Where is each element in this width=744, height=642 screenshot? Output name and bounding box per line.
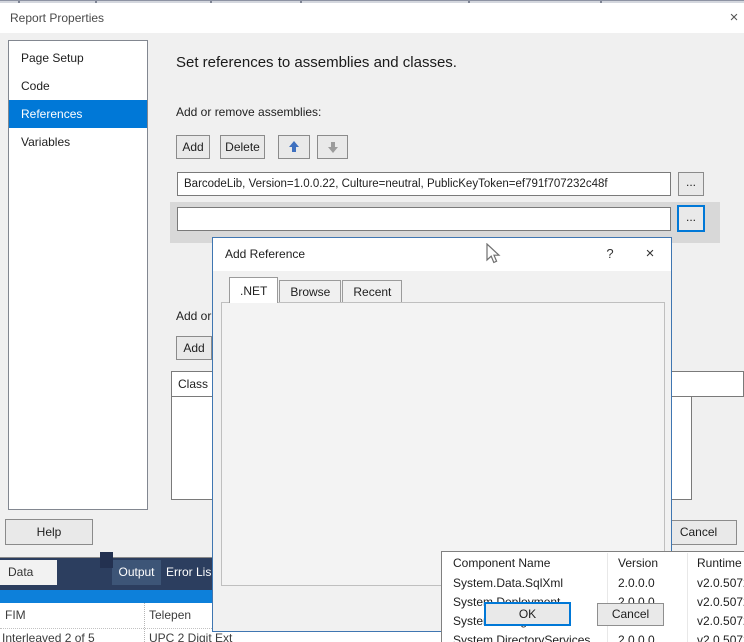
sidebar-item[interactable]: References [9,100,147,128]
screen: Data Output Error Lis FIM Telepen Interl… [0,0,744,642]
sidebar-item[interactable]: Variables [9,128,147,156]
add-reference-tab[interactable]: Recent [342,280,402,303]
panel-tab-notch [100,552,113,568]
assembly-field-1[interactable]: BarcodeLib, Version=1.0.0.22, Culture=ne… [177,172,671,196]
version-cell: 2.0.0.0 [618,576,684,590]
assemblies-label: Add or remove assemblies: [176,105,321,119]
add-reference-tabs: .NETBrowseRecent [229,277,403,303]
component-name-cell: System.DirectoryServices [453,633,605,642]
report-properties-nav: Page SetupCodeReferencesVariables [8,40,148,510]
runtime-cell: v2.0.50727 [697,633,744,642]
add-assembly-button[interactable]: Add [176,135,210,159]
column-header[interactable]: Component Name [453,556,605,570]
add-reference-tab[interactable]: .NET [229,277,278,303]
add-reference-cancel-button[interactable]: Cancel [597,603,664,626]
tab-error-list[interactable]: Error Lis [166,560,211,585]
column-header[interactable]: Version [618,556,684,570]
help-icon[interactable]: ? [601,245,619,263]
close-icon[interactable]: × [639,243,661,265]
add-reference-tab[interactable]: Browse [279,280,341,303]
column-header[interactable]: Runtime [697,556,744,570]
component-name-cell: System.Data.SqlXml [453,576,605,590]
browse-assembly-2-button[interactable]: ... [677,205,705,232]
move-up-button[interactable] [278,135,310,159]
assembly-field-2[interactable] [177,207,671,231]
help-button[interactable]: Help [5,519,93,545]
sidebar-item[interactable]: Code [9,72,147,100]
component-list: Component Name Version Runtime Path Syst… [441,551,744,642]
report-properties-titlebar[interactable]: Report Properties × [0,3,744,33]
sidebar-item[interactable]: Page Setup [9,44,147,72]
ok-button[interactable]: OK [484,602,571,626]
add-class-button[interactable]: Add [176,336,212,360]
delete-assembly-button[interactable]: Delete [220,135,265,159]
down-arrow-icon [328,147,338,153]
component-row[interactable]: System.Data.SqlXml 2.0.0.0 v2.0.50727 C:… [443,574,744,593]
runtime-cell: v2.0.50727 [697,614,744,628]
tab-output[interactable]: Output [112,560,161,585]
grid-cell[interactable]: FIM [5,608,26,622]
close-icon[interactable]: × [724,8,744,28]
add-reference-titlebar[interactable]: Add Reference ? × [213,238,671,271]
classes-label: Add or [176,309,211,323]
component-list-header: Component Name Version Runtime Path [443,553,744,574]
add-reference-dialog: Add Reference ? × .NETBrowseRecent Compo… [212,237,672,632]
runtime-cell: v2.0.50727 [697,595,744,609]
move-down-button[interactable] [317,135,348,159]
grid-cell[interactable]: UPC 2 Digit Ext [149,631,232,642]
grid-cell[interactable]: Telepen [149,608,191,622]
dialog-title: Add Reference [225,247,305,261]
runtime-cell: v2.0.50727 [697,576,744,590]
tab-data[interactable]: Data [0,560,57,585]
dotnet-tab-page [221,302,665,586]
browse-assembly-1-button[interactable]: ... [678,172,704,196]
component-row[interactable]: System.DirectoryServices 2.0.0.0 v2.0.50… [443,631,744,642]
grid-column-divider [144,603,145,642]
page-heading: Set references to assemblies and classes… [176,54,457,71]
dialog-title: Report Properties [10,11,104,25]
grid-cell[interactable]: Interleaved 2 of 5 [2,631,95,642]
version-cell: 2.0.0.0 [618,633,684,642]
mouse-cursor [486,243,502,268]
